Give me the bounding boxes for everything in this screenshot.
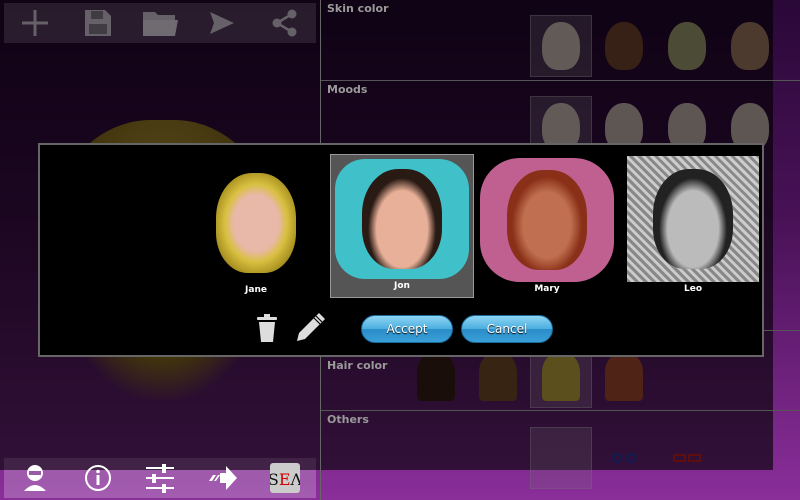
info-icon [84,465,111,491]
send-button[interactable] [202,6,242,40]
profile-button[interactable] [15,461,55,495]
section-title: Hair color [327,359,388,372]
forward-arrow-icon [209,466,238,490]
bottom-toolbar: SEΛ [4,458,316,498]
others-option-none[interactable] [530,427,592,489]
top-toolbar [4,3,316,43]
pencil-icon [297,313,325,341]
character-select-dialog: Jane Jon Mary Leo Accept Cancel [38,143,764,357]
section-others: Others [321,411,800,500]
avatar-card-leo[interactable]: Leo [626,156,760,294]
send-icon [210,12,235,34]
avatar-card-mary[interactable]: Mary [480,158,614,294]
cancel-button[interactable]: Cancel [461,315,553,343]
sliders-icon [145,464,174,493]
sea-logo-icon: SEΛ [269,463,300,493]
skin-option[interactable] [656,15,718,77]
share-icon [272,9,297,37]
edit-button[interactable] [295,311,327,347]
glasses-icon [673,454,701,462]
sea-logo-button[interactable]: SEΛ [265,461,305,495]
trash-icon [257,314,277,342]
skin-option[interactable] [530,15,592,77]
plus-icon [22,10,49,36]
next-button[interactable] [202,461,242,495]
skin-option[interactable] [593,15,655,77]
svg-text:SEΛ: SEΛ [270,470,300,489]
accept-button[interactable]: Accept [361,315,453,343]
user-icon [24,465,47,491]
avatar-name: Mary [534,284,560,294]
glasses-icon [612,453,636,463]
avatar-name: Jane [245,285,267,295]
share-button[interactable] [265,6,305,40]
settings-button[interactable] [140,461,180,495]
save-icon [84,10,111,36]
folder-icon [142,12,178,36]
skin-option[interactable] [719,15,781,77]
blue-glasses-option[interactable] [593,427,655,489]
section-title: Skin color [327,2,389,15]
save-button[interactable] [78,6,118,40]
avatar-card-jane[interactable]: Jane [200,163,312,295]
section-title: Moods [327,83,368,96]
new-button[interactable] [15,6,55,40]
avatar-name: Leo [683,284,703,294]
red-glasses-option[interactable] [656,427,718,489]
info-button[interactable] [78,461,118,495]
avatar-name: Jon [394,281,410,291]
avatar-card-jon[interactable]: Jon [330,154,474,298]
open-button[interactable] [140,6,180,40]
section-skin-color: Skin color [321,0,800,81]
delete-button[interactable] [256,313,278,347]
section-title: Others [327,413,369,426]
